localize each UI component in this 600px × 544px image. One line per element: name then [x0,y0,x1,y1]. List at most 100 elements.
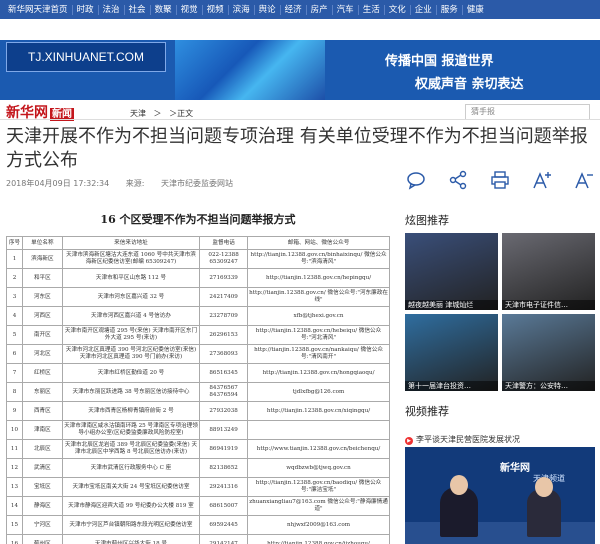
table-cell: 宁河区 [21,515,63,535]
comment-icon[interactable] [405,170,427,192]
table-cell: 天津市宝坻区南关大街 24 号宝坻区纪委信访室 [61,477,201,497]
font-larger-icon[interactable] [531,170,553,192]
column-header: 监督电话 [199,236,249,250]
table-cell: 68615007 [199,496,249,516]
table-cell: 24217409 [199,287,249,307]
table-cell: 022-12388 65309247 [199,249,249,269]
search-input[interactable]: 猜手报 [465,104,590,120]
table-cell: 蓟州区 [21,534,63,544]
nav-item[interactable]: 舆论 [255,4,281,15]
video-caption-text: 李平谈天津民营医院发展状况 [416,435,520,444]
nav-item[interactable]: 房产 [307,4,333,15]
table-cell: wqdbzwb@tjwq.gov.cn [247,458,390,478]
article-meta: 2018年04月09日 17:32:34 来源: 天津市纪委监委网站 [6,178,247,189]
table-cell: xfb@tjhexi.gov.cn [247,306,390,326]
video-caption[interactable]: ▶ 李平谈天津民营医院发展状况 [405,434,520,445]
nav-item[interactable]: 新华网天津首页 [4,4,73,15]
photo-section-heading: 炫图推荐 [405,214,449,227]
nav-item[interactable]: 滨海 [229,4,255,15]
table-cell: http://tianjin.12388.gov.cn/hebeiqu/ 微信公… [247,325,390,345]
table-row: 12 武清区 天津市武清区行政服务中心 C 座 82138652 wqdbzwb@tjw… [6,458,390,478]
table-cell: 82138652 [199,458,249,478]
table-cell: 16 [6,534,23,544]
table-cell: 天津市南开区观塘道 295 号(来信) 天津市南开区东门外大道 295 号(来访… [61,325,201,345]
table-cell: 滨海新区 [21,249,63,269]
table-cell: 86941919 [199,439,249,459]
table-cell: 天津市红桥区勤俭道 20 号 [61,363,201,383]
table-cell: nhjwxf2009@163.com [247,515,390,535]
table-cell: 3 [6,287,23,307]
table-cell: 北辰区 [21,439,63,459]
nav-item[interactable]: 服务 [437,4,463,15]
banner-logo[interactable]: TJ.XINHUANET.COM [6,42,166,72]
photo-card[interactable]: 天津市电子证件信… [502,233,595,310]
photo-card[interactable]: 天津警方：公安特… [502,314,595,391]
table-row: 9 西青区 天津市西青区杨柳青镇府前街 2 号 27932038 http://tian… [6,401,390,421]
table-cell: 天津市东丽区跃进路 38 号东丽区信访接待中心 [61,382,201,402]
breadcrumb-item[interactable]: 天津 [130,109,146,118]
photo-card[interactable]: 越夜越美丽 津城灿烂 [405,233,498,310]
banner: TJ.XINHUANET.COM 传播中国 报道世界 权威声音 亲切表达 [0,40,600,100]
table-cell: 15 [6,515,23,535]
table-cell: 天津市西青区杨柳青镇府前街 2 号 [61,401,201,421]
nav-item[interactable]: 文化 [385,4,411,15]
table-cell: 29142147 [199,534,249,544]
table-cell: 天津市和平区山东路 112 号 [61,268,201,288]
table-row: 6 河北区 天津市河北区真理道 390 号河北区纪委信访室(来信) 天津市河北区真理… [6,344,390,364]
table-cell: 天津市河北区真理道 390 号河北区纪委信访室(来信) 天津市河北区真理道 39… [61,344,201,364]
table-cell: 宝坻区 [21,477,63,497]
video-desk [405,522,595,544]
table-cell: http://www.tianjin.12388.gov.cn/beichenq… [247,439,390,459]
nav-item[interactable]: 法治 [99,4,125,15]
share-icon[interactable] [447,170,469,192]
font-smaller-icon[interactable] [573,170,595,192]
nav-item[interactable]: 社会 [125,4,151,15]
table-row: 8 东丽区 天津市东丽区跃进路 38 号东丽区信访接待中心 84376567 8437… [6,382,390,402]
table-cell: 6 [6,344,23,364]
article-title: 天津开展不作为不担当问题专项治理 有关单位受理不作为不担当问题举报方式公布 [6,126,588,171]
table-cell: 5 [6,325,23,345]
table-row: 15 宁河区 天津市宁河区芦台镇朝阳路东段光明区纪委信访室 69592445 nhjwx… [6,515,390,535]
nav-item[interactable]: 企业 [411,4,437,15]
nav-item[interactable]: 时政 [73,4,99,15]
table-row: 7 红桥区 天津市红桥区勤俭道 20 号 86516345 http://tianjin… [6,363,390,383]
table-cell: http://tianjin.12388.gov.cn/ 微信公众号:"河东廉政… [247,287,390,307]
table-cell: 7 [6,363,23,383]
sidebar: 炫图推荐 [405,212,595,228]
nav-item[interactable]: 视觉 [177,4,203,15]
table-cell: 天津市河西区嘉兴道 4 号信访办 [61,306,201,326]
photo-caption: 第十一届津台投资… [405,381,498,391]
table-cell: 红桥区 [21,363,63,383]
nav-item[interactable]: 健康 [463,5,488,15]
print-icon[interactable] [489,170,511,192]
table-row: 16 蓟州区 天津市蓟州区兴华大街 18 号 29142147 http://tianj… [6,534,390,544]
table-row: 1 滨海新区 天津市滨海新区塘沽大连东道 1060 号中共天津市滨海新区纪委信访室(… [6,249,390,269]
table-cell: http://tianjin.12388.gov.cn/jizhouqu/ [247,534,390,544]
video-section-heading: 视频推荐 [405,405,449,418]
table-cell: 和平区 [21,268,63,288]
table-cell: 天津市滨海新区塘沽大连东道 1060 号中共天津市滨海新区纪委信访室(邮编 65… [61,249,201,269]
table-row: 5 南开区 天津市南开区观塘道 295 号(来信) 天津市南开区东门外大道 295 … [6,325,390,345]
table-cell: 1 [6,249,23,269]
nav-item[interactable]: 生活 [359,4,385,15]
nav-item[interactable]: 经济 [281,4,307,15]
table-title: 16 个区受理不作为不担当问题举报方式 [100,213,296,226]
nav-item[interactable]: 数聚 [151,4,177,15]
photo-caption: 越夜越美丽 津城灿烂 [405,300,498,310]
table-cell: 天津市蓟州区兴华大街 18 号 [61,534,201,544]
play-icon: ▶ [405,437,413,445]
table-cell: 南开区 [21,325,63,345]
banner-slogan-2: 权威声音 亲切表达 [415,77,524,92]
video-thumbnail[interactable]: 新华网 天津频道 [405,447,595,544]
photo-card[interactable]: 第十一届津台投资… [405,314,498,391]
nav-item[interactable]: 视频 [203,4,229,15]
table-cell: 东丽区 [21,382,63,402]
table-cell: 武清区 [21,458,63,478]
table-cell: 天津市津南区咸水沽镇南环路 25 号津南区专项治理领导小组办公室(区纪委监委廉政… [61,420,201,440]
nav-item[interactable]: 汽车 [333,4,359,15]
table-cell: 河北区 [21,344,63,364]
table-row: 3 河东区 天津市河东区嘉兴道 32 号 24217409 http://tianjin… [6,287,390,307]
report-table-wrapper: 序号 单位名称 来信来访地址 监督电话 邮箱、网站、微信公众号 1 滨海新区 天津市滨海新区… [6,236,390,544]
breadcrumb-sep: ＞ [153,109,162,118]
table-cell: 天津市北辰区龙岩道 389 号北辰区纪委监委(来信) 天津市北辰区中学西路 8 … [61,439,201,459]
